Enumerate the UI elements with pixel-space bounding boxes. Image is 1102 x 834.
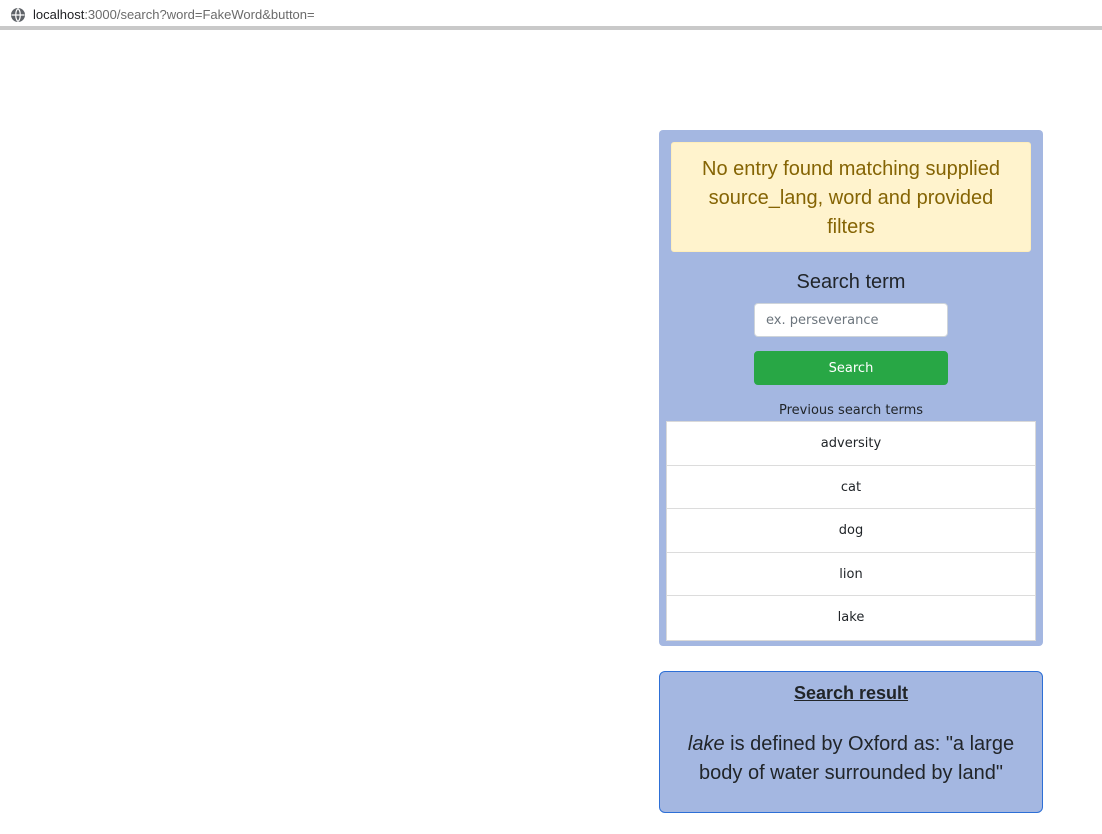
url-text[interactable]: localhost:3000/search?word=FakeWord&butt… bbox=[33, 7, 315, 23]
previous-search-terms-list: adversity cat dog lion lake bbox=[666, 421, 1036, 641]
search-result-definition: lake is defined by Oxford as: "a large b… bbox=[660, 730, 1042, 788]
previous-term-cat[interactable]: cat bbox=[667, 466, 1035, 510]
previous-term-lion[interactable]: lion bbox=[667, 553, 1035, 597]
browser-address-bar[interactable]: localhost:3000/search?word=FakeWord&butt… bbox=[0, 0, 1102, 30]
result-definition-text: is defined by Oxford as: "a large body o… bbox=[699, 733, 1015, 784]
previous-search-terms-label: Previous search terms bbox=[778, 403, 924, 418]
url-path: :3000/search?word=FakeWord&button= bbox=[84, 7, 315, 22]
url-host: localhost bbox=[33, 7, 85, 22]
result-word: lake bbox=[687, 733, 725, 755]
globe-icon bbox=[11, 8, 25, 22]
no-entry-alert: No entry found matching supplied source_… bbox=[671, 142, 1031, 252]
search-panel: No entry found matching supplied source_… bbox=[659, 130, 1043, 646]
search-button[interactable]: Search bbox=[754, 351, 948, 385]
search-input[interactable] bbox=[754, 303, 948, 337]
previous-term-dog[interactable]: dog bbox=[667, 509, 1035, 553]
previous-term-lake[interactable]: lake bbox=[667, 596, 1035, 640]
search-result-panel: Search result lake is defined by Oxford … bbox=[659, 671, 1043, 813]
previous-term-adversity[interactable]: adversity bbox=[667, 422, 1035, 466]
search-result-title: Search result bbox=[793, 683, 909, 703]
search-term-heading: Search term bbox=[796, 271, 906, 293]
